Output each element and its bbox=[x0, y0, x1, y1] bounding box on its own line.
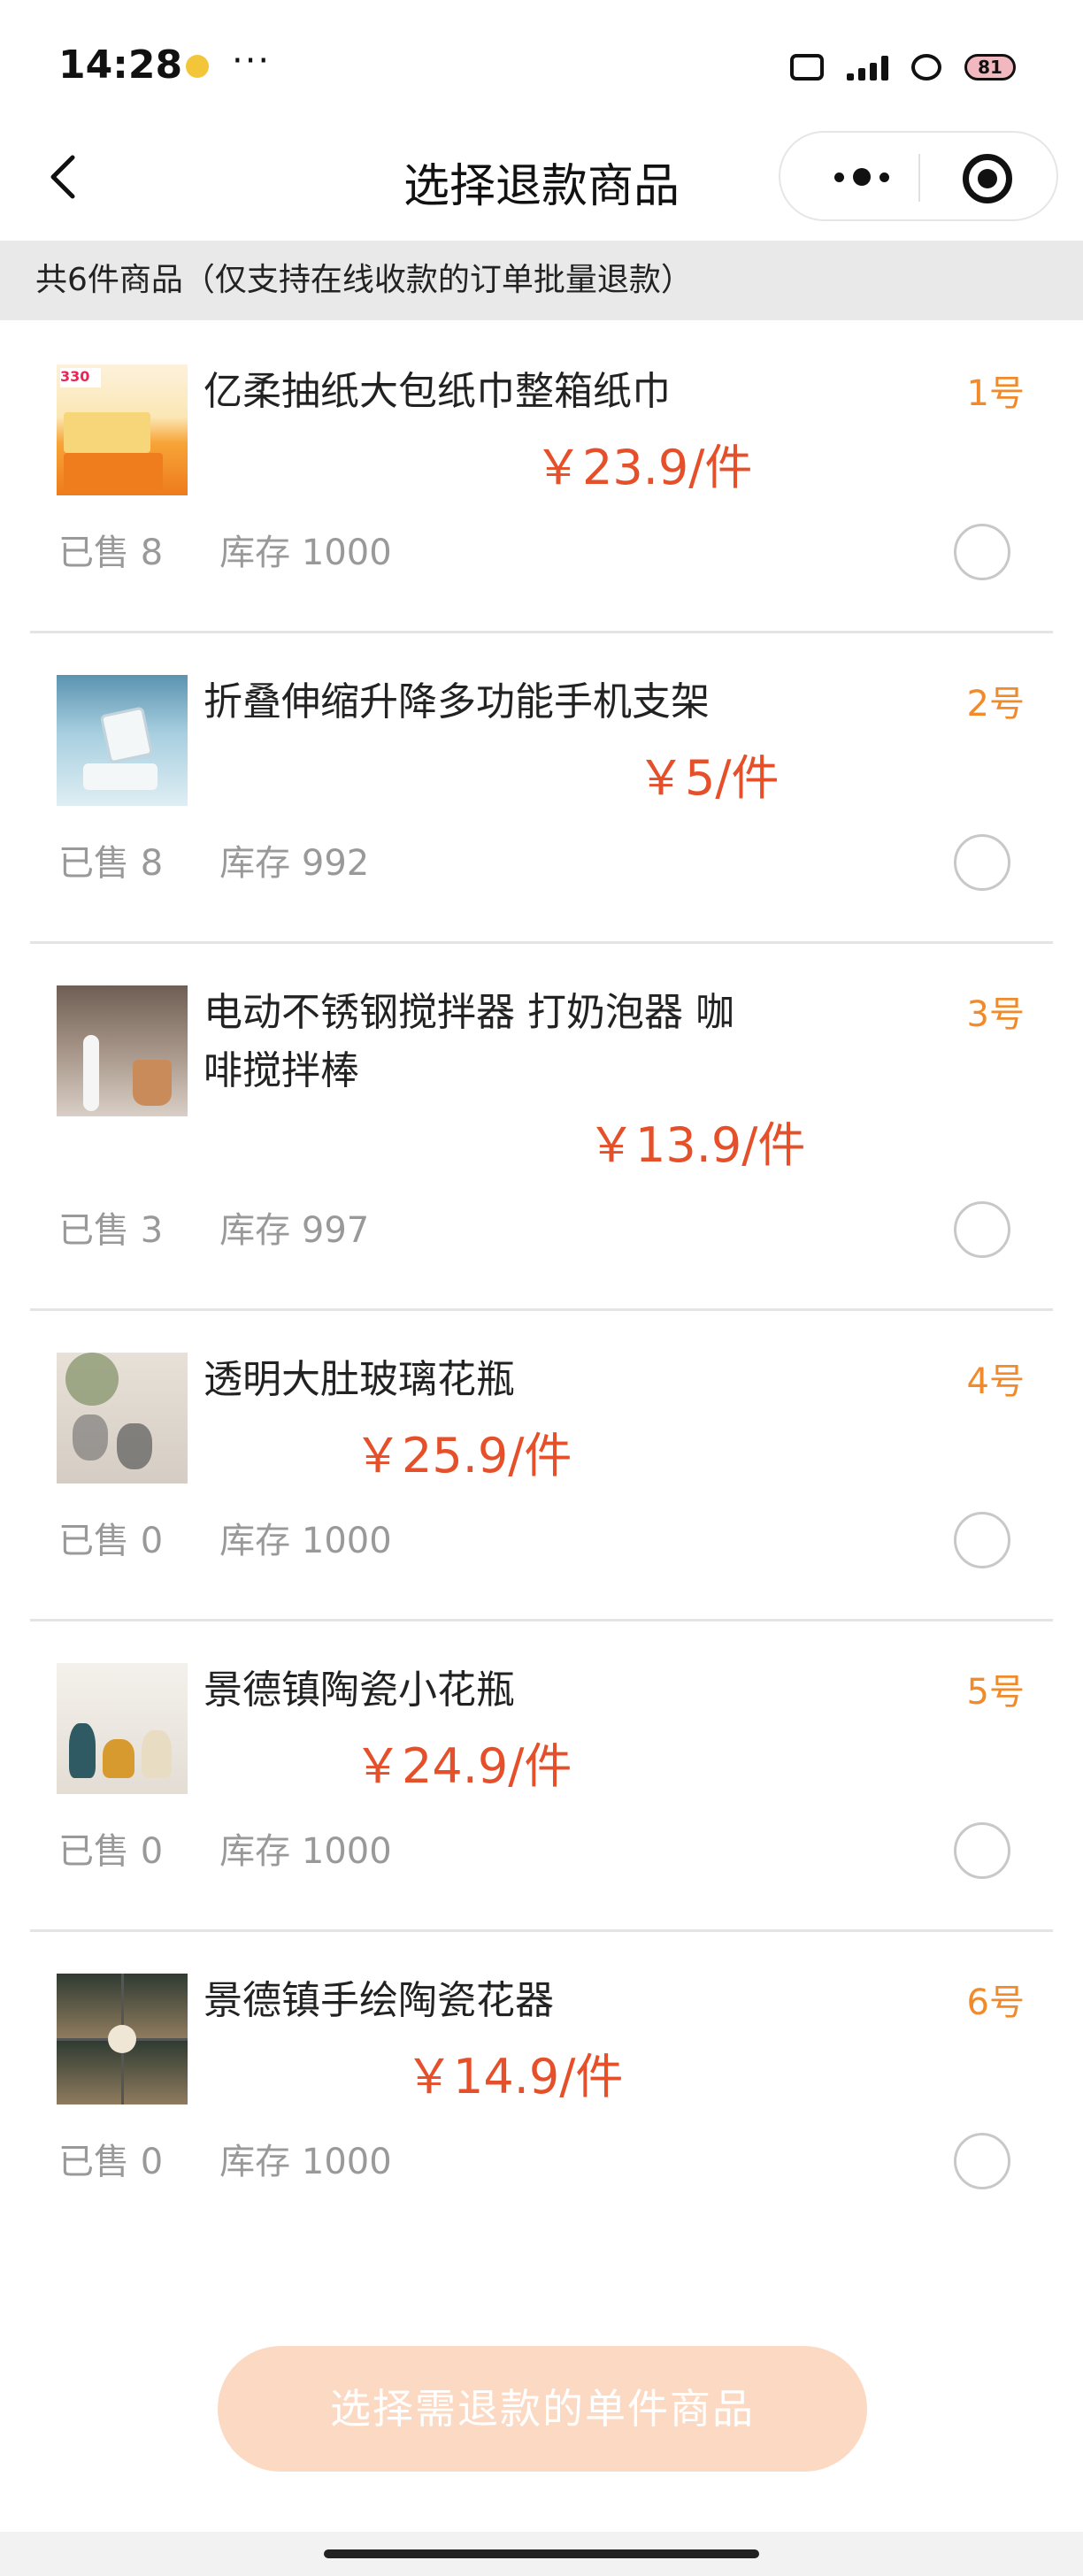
product-thumbnail bbox=[57, 1663, 188, 1794]
stock-count: 库存 992 bbox=[219, 843, 370, 884]
product-item[interactable]: 折叠伸缩升降多功能手机支架 2号 ￥5/件 已售 8 库存 992 bbox=[0, 631, 1083, 944]
product-price: ￥24.9/件 bbox=[354, 1738, 572, 1794]
nav-bar: 选择退款商品 bbox=[0, 124, 1083, 239]
sold-count: 已售 3 bbox=[58, 1210, 164, 1251]
status-icons: 81 bbox=[790, 50, 1016, 85]
select-radio[interactable] bbox=[954, 834, 1010, 891]
select-radio[interactable] bbox=[954, 2133, 1010, 2189]
product-price: ￥5/件 bbox=[637, 750, 780, 806]
stock-count: 库存 1000 bbox=[219, 1831, 392, 1872]
stock-count: 库存 997 bbox=[219, 1210, 370, 1251]
capsule-divider bbox=[918, 154, 920, 202]
product-meta: 已售 3 库存 997 bbox=[58, 1201, 369, 1253]
sold-count: 已售 8 bbox=[58, 533, 164, 573]
miniprogram-capsule bbox=[779, 131, 1058, 221]
sold-count: 已售 8 bbox=[58, 843, 164, 884]
product-thumbnail bbox=[57, 985, 188, 1116]
stock-count: 库存 1000 bbox=[219, 1521, 392, 1561]
select-refund-item-button[interactable]: 选择需退款的单件商品 bbox=[218, 2346, 867, 2472]
product-price: ￥25.9/件 bbox=[354, 1428, 572, 1484]
product-price: ￥23.9/件 bbox=[534, 440, 753, 495]
sold-count: 已售 0 bbox=[58, 1831, 164, 1872]
product-index: 1号 bbox=[966, 373, 1025, 414]
status-bar: 14:28 ··· 81 bbox=[0, 0, 1083, 124]
product-price: ￥13.9/件 bbox=[588, 1117, 806, 1173]
product-thumbnail bbox=[57, 1974, 188, 2104]
sold-count: 已售 0 bbox=[58, 2142, 164, 2182]
product-index: 3号 bbox=[966, 994, 1025, 1035]
battery-icon: 81 bbox=[964, 54, 1016, 80]
product-meta: 已售 0 库存 1000 bbox=[58, 1512, 392, 1563]
stock-count: 库存 1000 bbox=[219, 533, 392, 573]
wifi-icon bbox=[911, 54, 941, 80]
product-meta: 已售 0 库存 1000 bbox=[58, 2133, 392, 2184]
info-banner: 共6件商品（仅支持在线收款的订单批量退款） bbox=[0, 241, 1083, 320]
product-item[interactable]: 330 亿柔抽纸大包纸巾整箱纸巾 1号 ￥23.9/件 已售 8 库存 1000 bbox=[0, 320, 1083, 633]
status-time: 14:28 bbox=[58, 42, 183, 88]
sold-count: 已售 0 bbox=[58, 1521, 164, 1561]
product-name: 景德镇陶瓷小花瓶 bbox=[204, 1668, 515, 1713]
product-index: 6号 bbox=[966, 1982, 1025, 2023]
product-meta: 已售 8 库存 1000 bbox=[58, 524, 392, 575]
more-menu-icon[interactable] bbox=[816, 152, 908, 202]
signal-icon bbox=[847, 54, 888, 80]
product-meta: 已售 0 库存 1000 bbox=[58, 1822, 392, 1874]
product-name: 透明大肚玻璃花瓶 bbox=[204, 1357, 515, 1402]
product-meta: 已售 8 库存 992 bbox=[58, 834, 369, 886]
product-index: 4号 bbox=[966, 1361, 1025, 1402]
app-notification-icon bbox=[186, 55, 209, 78]
product-thumbnail bbox=[57, 1353, 188, 1484]
product-name: 折叠伸缩升降多功能手机支架 bbox=[204, 679, 710, 724]
home-indicator[interactable] bbox=[324, 2549, 759, 2558]
product-item[interactable]: 电动不锈钢搅拌器 打奶泡器 咖啡搅拌棒 3号 ￥13.9/件 已售 3 库存 99… bbox=[0, 941, 1083, 1311]
product-item[interactable]: 透明大肚玻璃花瓶 4号 ￥25.9/件 已售 0 库存 1000 bbox=[0, 1308, 1083, 1622]
product-thumbnail bbox=[57, 675, 188, 806]
product-thumbnail: 330 bbox=[57, 364, 188, 495]
select-radio[interactable] bbox=[954, 1822, 1010, 1879]
product-name: 景德镇手绘陶瓷花器 bbox=[204, 1978, 554, 2023]
product-name: 亿柔抽纸大包纸巾整箱纸巾 bbox=[204, 369, 671, 414]
product-item[interactable]: 景德镇陶瓷小花瓶 5号 ￥24.9/件 已售 0 库存 1000 bbox=[0, 1619, 1083, 1932]
more-notifications-icon: ··· bbox=[232, 41, 272, 81]
product-price: ￥14.9/件 bbox=[405, 2049, 624, 2104]
select-radio[interactable] bbox=[954, 524, 1010, 580]
close-miniprogram-icon[interactable] bbox=[963, 154, 1012, 203]
product-item[interactable]: 景德镇手绘陶瓷花器 6号 ￥14.9/件 已售 0 库存 1000 bbox=[0, 1929, 1083, 2212]
select-radio[interactable] bbox=[954, 1512, 1010, 1568]
stock-count: 库存 1000 bbox=[219, 2142, 392, 2182]
select-radio[interactable] bbox=[954, 1201, 1010, 1258]
product-index: 5号 bbox=[966, 1672, 1025, 1713]
product-name: 电动不锈钢搅拌器 打奶泡器 咖啡搅拌棒 bbox=[204, 990, 734, 1093]
tv-icon bbox=[790, 54, 824, 80]
product-index: 2号 bbox=[966, 684, 1025, 724]
product-list: 330 亿柔抽纸大包纸巾整箱纸巾 1号 ￥23.9/件 已售 8 库存 1000 … bbox=[0, 320, 1083, 2212]
